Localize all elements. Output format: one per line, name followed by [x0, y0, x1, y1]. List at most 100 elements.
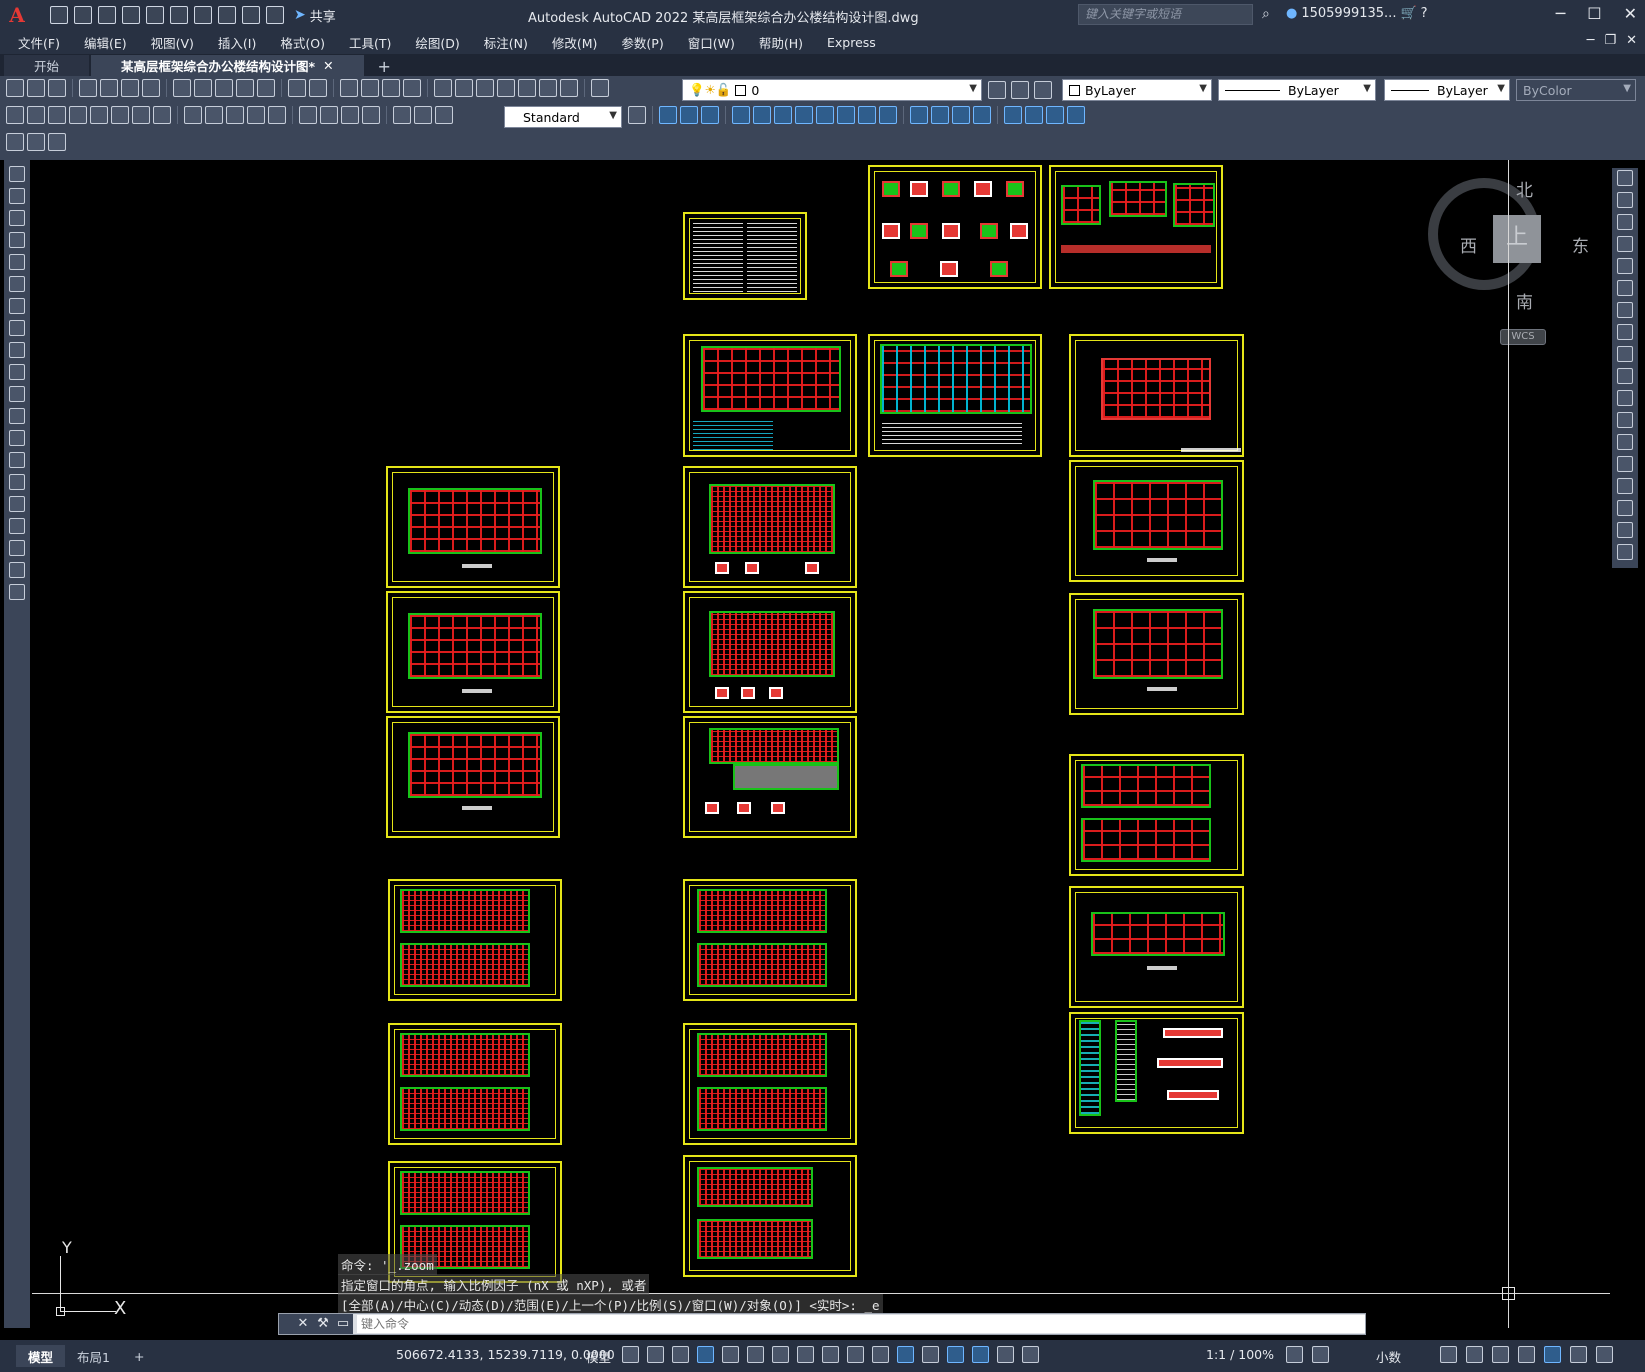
material-icon[interactable]	[27, 133, 45, 151]
polyline-icon[interactable]	[9, 210, 25, 226]
clean-screen-icon[interactable]	[1544, 1346, 1561, 1363]
copy-object-icon[interactable]	[1617, 192, 1633, 208]
inspect-icon[interactable]	[341, 106, 359, 124]
coordinates-readout[interactable]: 506672.4133, 15239.7119, 0.0000	[396, 1347, 615, 1362]
blend-icon[interactable]	[1617, 522, 1633, 538]
publish-icon[interactable]	[121, 79, 139, 97]
diameter-icon[interactable]	[132, 106, 150, 124]
doc-close-icon[interactable]: ✕	[1626, 33, 1637, 48]
grid-icon[interactable]	[622, 1346, 639, 1363]
open-icon[interactable]	[27, 79, 45, 97]
break-object-icon[interactable]	[1617, 434, 1633, 450]
layer-previous-icon[interactable]	[1011, 81, 1029, 99]
continue-icon[interactable]	[226, 106, 244, 124]
drawing-sheet-column-plan[interactable]	[1069, 886, 1244, 1008]
annotation-monitor-icon[interactable]	[1312, 1346, 1329, 1363]
linetype-dropdown[interactable]: ByLayer ▼	[1218, 79, 1376, 101]
doc-restore-icon[interactable]: ❐	[1604, 33, 1616, 48]
drawing-sheet-floor-plan[interactable]	[386, 716, 560, 838]
tab-start[interactable]: 开始	[4, 55, 90, 76]
drawing-sheet-floor-plan[interactable]	[386, 466, 560, 588]
customization-icon[interactable]	[1570, 1346, 1587, 1363]
lineweight-dropdown[interactable]: ByLayer ▼	[1384, 79, 1510, 101]
customize-qat-icon[interactable]	[266, 6, 284, 24]
help-icon[interactable]	[560, 79, 578, 97]
drawing-sheet-column-plan[interactable]	[1069, 593, 1244, 715]
offset-faces-icon[interactable]	[774, 106, 792, 124]
add-selected-icon[interactable]	[9, 584, 25, 600]
zoom-realtime-icon[interactable]	[361, 79, 379, 97]
drawing-sheet-beam-plan[interactable]	[683, 716, 857, 838]
menu-edit[interactable]: 编辑(E)	[84, 33, 127, 52]
open-web-icon[interactable]	[146, 6, 164, 24]
undo-icon[interactable]	[288, 79, 306, 97]
rectangle-icon[interactable]	[9, 254, 25, 270]
extrude-faces-icon[interactable]	[732, 106, 750, 124]
command-settings-icon[interactable]: ⚒	[313, 1314, 333, 1334]
separate-icon[interactable]	[952, 106, 970, 124]
selection-cycling-icon[interactable]	[872, 1346, 889, 1363]
infer-constraints-icon[interactable]	[672, 1346, 689, 1363]
plot-icon[interactable]	[79, 79, 97, 97]
drawing-sheet-column-plan[interactable]	[1069, 754, 1244, 876]
drawing-sheet-elevation[interactable]	[1069, 334, 1244, 457]
zoom-previous-icon[interactable]	[403, 79, 421, 97]
drawing-sheet-rebar-plan[interactable]	[683, 1155, 857, 1277]
make-current-icon[interactable]	[988, 81, 1006, 99]
union-icon[interactable]	[659, 106, 677, 124]
dim-style-icon[interactable]	[628, 106, 646, 124]
units-selector[interactable]: 小数	[1376, 1347, 1401, 1366]
break-icon[interactable]	[268, 106, 286, 124]
move-faces-icon[interactable]	[753, 106, 771, 124]
menu-draw[interactable]: 绘图(D)	[415, 33, 459, 52]
status-menu-icon[interactable]	[1596, 1346, 1613, 1363]
command-input[interactable]	[357, 1315, 1365, 1333]
menu-parametric[interactable]: 参数(P)	[621, 33, 663, 52]
arc-icon[interactable]	[9, 276, 25, 292]
paste-icon[interactable]	[215, 79, 233, 97]
move-icon[interactable]	[1617, 280, 1633, 296]
section-icon[interactable]	[1046, 106, 1064, 124]
wcs-menu[interactable]: WCS	[1500, 329, 1546, 345]
dim-edit-icon[interactable]	[393, 106, 411, 124]
annotation-visibility-icon[interactable]	[997, 1346, 1014, 1363]
circle-icon[interactable]	[9, 298, 25, 314]
search-icon[interactable]: ⌕	[1262, 6, 1270, 22]
plotstyle-dropdown[interactable]: ByColor ▼	[1516, 79, 1636, 101]
object-snap-tracking-icon[interactable]	[772, 1346, 789, 1363]
3d-print-icon[interactable]	[142, 79, 160, 97]
spline-icon[interactable]	[9, 342, 25, 358]
make-block-icon[interactable]	[9, 430, 25, 446]
quick-dim-icon[interactable]	[184, 106, 202, 124]
close-icon[interactable]: ✕	[1624, 4, 1637, 23]
design-center-icon[interactable]	[455, 79, 473, 97]
join-icon[interactable]	[1617, 456, 1633, 472]
drawing-sheet-pile-plan[interactable]	[868, 334, 1042, 457]
jogged-linear-icon[interactable]	[362, 106, 380, 124]
subtract-icon[interactable]	[680, 106, 698, 124]
tab-drawing[interactable]: 某高层框架综合办公楼结构设计图* ✕	[91, 55, 364, 76]
command-recent-icon[interactable]: ▭	[333, 1314, 353, 1334]
break-point-icon[interactable]	[1617, 412, 1633, 428]
drawing-sheet-details[interactable]	[868, 165, 1042, 289]
qnew-icon[interactable]	[6, 79, 24, 97]
match-properties-icon[interactable]	[236, 79, 254, 97]
drawing-sheet-details[interactable]	[1049, 165, 1223, 289]
autocad-logo-icon[interactable]: A	[0, 0, 34, 30]
menu-file[interactable]: 文件(F)	[18, 33, 60, 52]
new-tab-button[interactable]: +	[366, 57, 403, 76]
ellipse-arc-icon[interactable]	[9, 386, 25, 402]
gizmo-icon[interactable]	[972, 1346, 989, 1363]
aligned-dim-icon[interactable]	[27, 106, 45, 124]
save-as-icon[interactable]	[122, 6, 140, 24]
block-editor-icon[interactable]	[257, 79, 275, 97]
viewcube-south[interactable]: 南	[1516, 288, 1533, 313]
command-line-handle[interactable]	[279, 1314, 293, 1334]
object-snap-icon[interactable]	[797, 1346, 814, 1363]
isolate-objects-icon[interactable]	[1492, 1346, 1509, 1363]
menu-view[interactable]: 视图(V)	[151, 33, 194, 52]
imprint-icon[interactable]	[910, 106, 928, 124]
taper-faces-icon[interactable]	[837, 106, 855, 124]
drawing-sheet-rebar-plan[interactable]	[388, 1023, 562, 1145]
selection-filter-icon[interactable]	[947, 1346, 964, 1363]
